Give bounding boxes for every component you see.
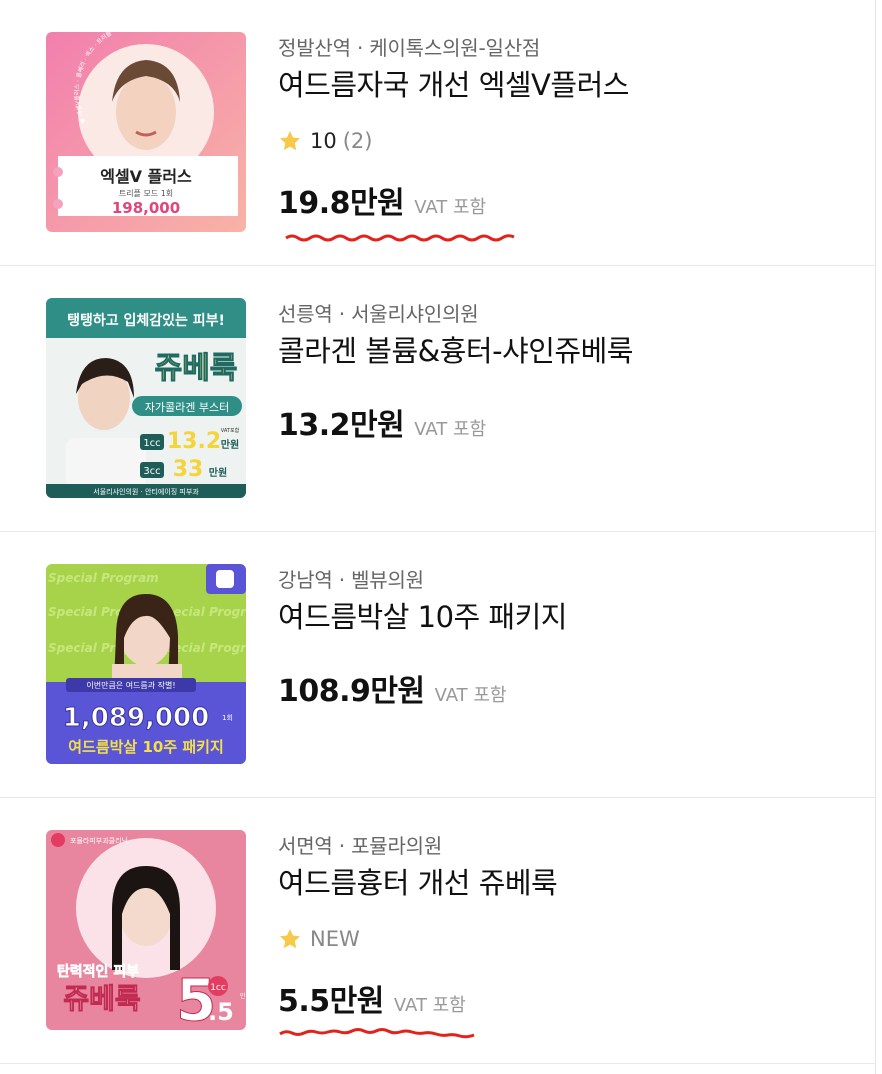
thumb-price: 1,089,000 [63, 703, 209, 733]
thumb-product-name: 쥬베룩 [63, 982, 140, 1015]
thumb-option-unit: 3cc [143, 466, 160, 477]
product-title[interactable]: 콜라겐 볼륨&흉터-샤인쥬베룩 [278, 332, 858, 370]
vat-label: VAT 포함 [434, 685, 507, 706]
thumb-vat-small: VAT포함 [221, 427, 240, 434]
price: 5.5만원 [278, 984, 384, 1019]
clinic-location: 서면역 · 포뮬라의원 [278, 834, 443, 858]
thumb-sub-label: 자가콜라겐 부스터 [145, 401, 229, 414]
vat-label: VAT 포함 [414, 197, 487, 218]
review-count: (2) [342, 129, 373, 153]
list-item[interactable]: 엑셀V 플러스 트리플 모드 1회 198,000 ♥ 엑셀V플러스 · 울쎄라… [0, 0, 875, 266]
star-icon [280, 929, 300, 949]
rating: NEW [278, 924, 858, 954]
thumbnail-image-excel-v: 엑셀V 플러스 트리플 모드 1회 198,000 ♥ 엑셀V플러스 · 울쎄라… [46, 32, 246, 232]
thumb-tagline: 이번만큼은 여드름과 작별! [86, 680, 175, 690]
price: 13.2만원 [278, 408, 405, 443]
new-badge: NEW [310, 927, 360, 951]
thumb-product-name: 엑셀V 플러스 [100, 167, 192, 186]
rating-score: 10 [310, 129, 337, 153]
list-item[interactable]: 탱탱하고 입체감있는 피부! 쥬베룩 자가콜라겐 부스터 1cc 13.2 만원… [0, 266, 875, 532]
clinic-location: 강남역 · 벨뷰의원 [278, 568, 424, 592]
thumb-bg-text: Special Program [48, 571, 159, 585]
vat-label: VAT 포함 [414, 419, 487, 440]
thumb-suffix: 만원 [240, 992, 246, 1000]
rating: 10 (2) [278, 126, 858, 156]
vat-label: VAT 포함 [393, 995, 466, 1016]
thumbnail-image-acne-package: Special Program Special Program Special … [46, 564, 246, 764]
thumb-option-unit: 1cc [143, 438, 160, 449]
product-title[interactable]: 여드름박살 10주 패키지 [278, 598, 858, 636]
thumb-price-suffix: 1회 [222, 714, 233, 722]
product-thumbnail[interactable]: Special Program Special Program Special … [46, 564, 246, 764]
red-underline-annotation [279, 1028, 475, 1039]
thumb-sub-label: 트리플 모드 1회 [119, 189, 173, 198]
clinic-location: 정발산역 · 케이톡스의원-일산점 [278, 36, 541, 60]
scrollbar-edge [875, 0, 876, 1074]
thumb-footer: 서울리샤인의원 · 안티에이징 피부과 [93, 487, 199, 496]
product-thumbnail[interactable]: 포뮬라피부과클리닉 탄력적인 피부 쥬베룩 5 .5 1cc 만원 [46, 830, 246, 1030]
thumbnail-image-juvelook: 탱탱하고 입체감있는 피부! 쥬베룩 자가콜라겐 부스터 1cc 13.2 만원… [46, 298, 246, 498]
price: 19.8만원 [278, 186, 405, 221]
product-title[interactable]: 여드름자국 개선 엑셀V플러스 [278, 66, 858, 104]
product-thumbnail[interactable]: 엑셀V 플러스 트리플 모드 1회 198,000 ♥ 엑셀V플러스 · 울쎄라… [46, 32, 246, 232]
list-item[interactable]: 포뮬라피부과클리닉 탄력적인 피부 쥬베룩 5 .5 1cc 만원 서면역 · … [0, 798, 875, 1064]
product-title[interactable]: 여드름흉터 개선 쥬베룩 [278, 864, 858, 902]
thumb-unit: 1cc [210, 983, 226, 993]
product-list: 엑셀V 플러스 트리플 모드 1회 198,000 ♥ 엑셀V플러스 · 울쎄라… [0, 0, 875, 1064]
thumb-product-name: 여드름박살 10주 패키지 [68, 738, 224, 756]
thumb-option-suffix: 만원 [209, 466, 227, 479]
thumb-product-name: 쥬베룩 [155, 351, 238, 386]
clinic-location: 선릉역 · 서울리샤인의원 [278, 302, 479, 326]
star-icon [280, 131, 300, 151]
product-thumbnail[interactable]: 탱탱하고 입체감있는 피부! 쥬베룩 자가콜라겐 부스터 1cc 13.2 만원… [46, 298, 246, 498]
thumb-tagline: 탄력적인 피부 [57, 963, 139, 980]
thumbnail-image-juvelook-formula: 포뮬라피부과클리닉 탄력적인 피부 쥬베룩 5 .5 1cc 만원 [46, 830, 246, 1030]
list-item[interactable]: Special Program Special Program Special … [0, 532, 875, 798]
thumb-option-price: 33 [173, 457, 204, 482]
red-underline-annotation [285, 234, 515, 242]
thumb-price-small: .5 [208, 998, 234, 1026]
thumb-price: 198,000 [112, 199, 180, 217]
thumb-option-suffix: 만원 [221, 438, 239, 451]
thumb-headline: 탱탱하고 입체감있는 피부! [67, 312, 225, 329]
price: 108.9만원 [278, 674, 425, 709]
thumb-option-price: 13.2 [167, 429, 221, 454]
thumb-brand: 포뮬라피부과클리닉 [70, 836, 128, 845]
